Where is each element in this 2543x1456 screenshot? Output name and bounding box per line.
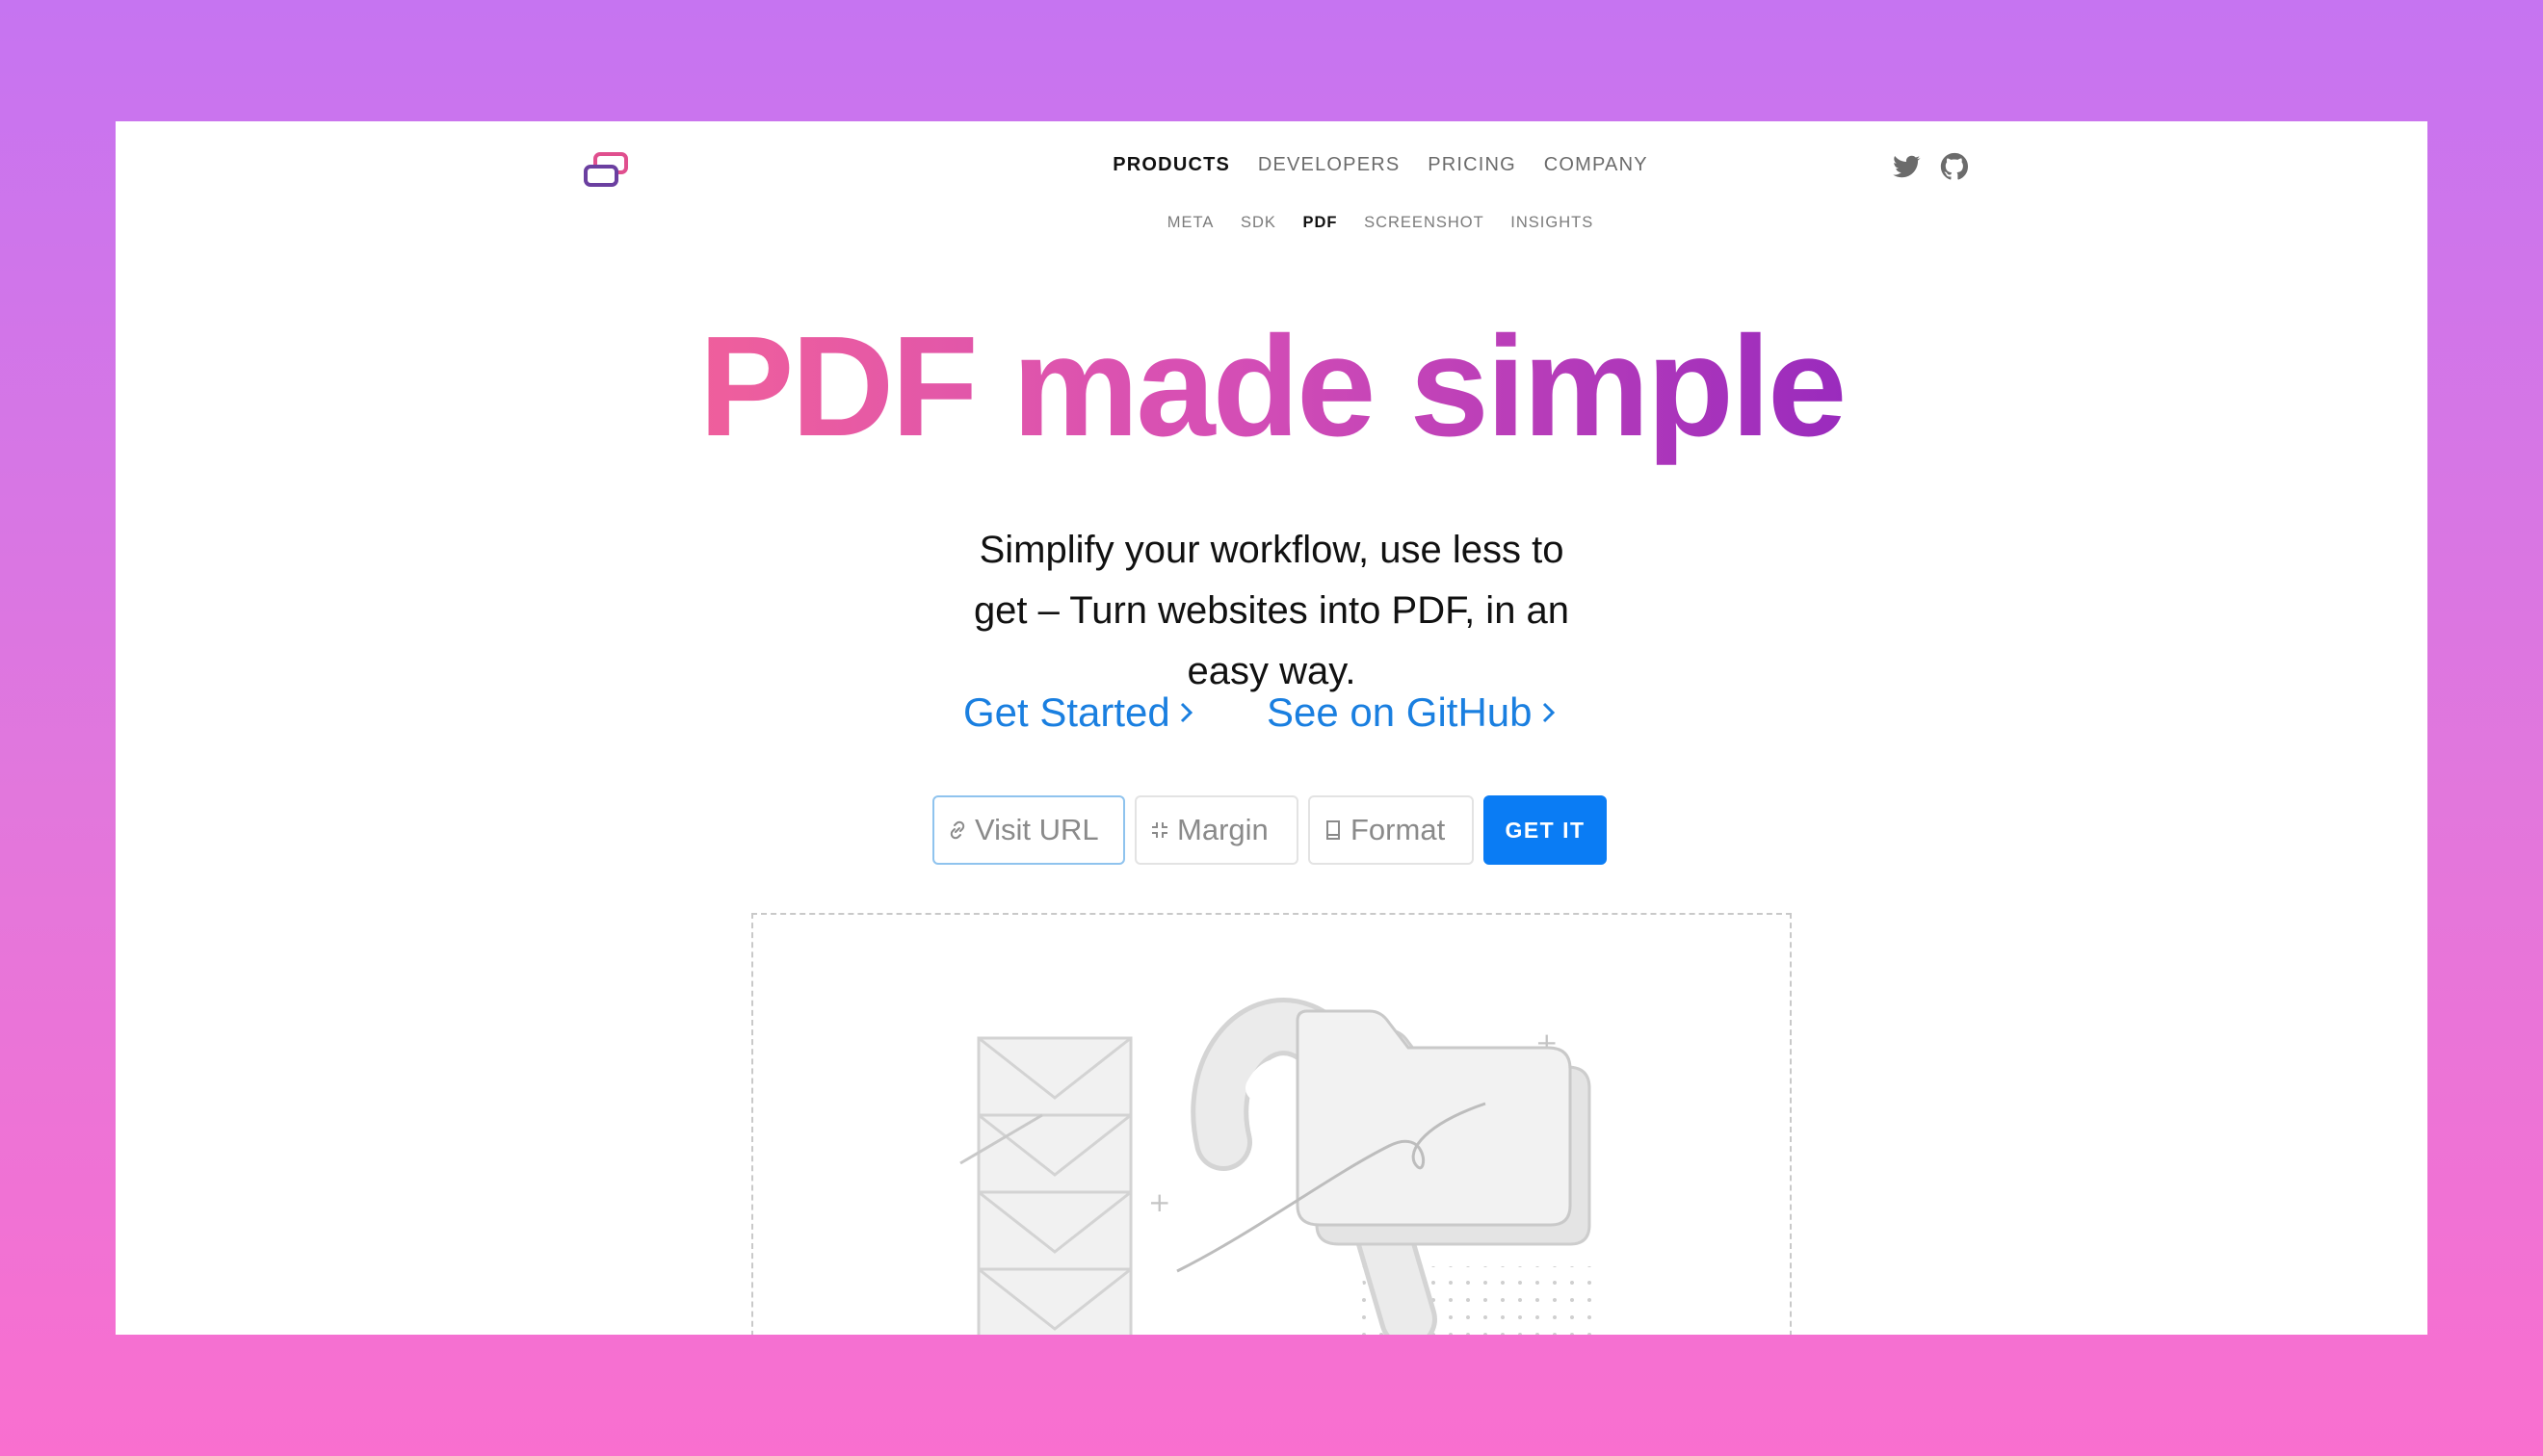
see-on-github-link[interactable]: See on GitHub <box>1267 689 1558 736</box>
hero-subtitle: Simplify your workflow, use less to get … <box>973 529 1570 692</box>
get-started-link[interactable]: Get Started <box>963 689 1195 736</box>
pdf-preview-area[interactable]: + + <box>751 913 1792 1335</box>
github-icon[interactable] <box>1938 150 1971 183</box>
url-input[interactable] <box>975 813 1100 847</box>
logo-icon[interactable] <box>582 150 632 191</box>
nav-developers[interactable]: DEVELOPERS <box>1258 154 1401 175</box>
page-title: PDF made simple <box>116 316 2427 458</box>
nav-company[interactable]: COMPANY <box>1544 154 1648 175</box>
chevron-right-icon <box>1180 702 1193 723</box>
get-started-label: Get Started <box>963 689 1170 735</box>
get-it-button[interactable]: GET IT <box>1483 795 1607 865</box>
subnav-meta[interactable]: META <box>1167 214 1215 231</box>
subnav-sdk[interactable]: SDK <box>1241 214 1276 231</box>
margin-input[interactable] <box>1177 813 1283 847</box>
subnav-screenshot[interactable]: SCREENSHOT <box>1364 214 1484 231</box>
empty-state-illustration: + + <box>959 998 1591 1335</box>
format-field[interactable] <box>1308 795 1474 865</box>
nav-pricing[interactable]: PRICING <box>1428 154 1516 175</box>
margin-field[interactable] <box>1135 795 1298 865</box>
format-input[interactable] <box>1350 813 1456 847</box>
browser-viewport: PRODUCTS DEVELOPERS PRICING COMPANY META… <box>116 121 2427 1335</box>
link-icon <box>950 820 965 840</box>
subnav-insights[interactable]: INSIGHTS <box>1510 214 1593 231</box>
book-icon <box>1326 820 1340 840</box>
chevron-right-icon <box>1542 702 1555 723</box>
shrink-icon <box>1152 822 1167 838</box>
page-title-text: PDF made simple <box>698 307 1848 466</box>
svg-text:+: + <box>1148 1186 1170 1218</box>
subnav-pdf[interactable]: PDF <box>1303 214 1338 231</box>
twitter-icon[interactable] <box>1890 150 1923 183</box>
nav-products[interactable]: PRODUCTS <box>1113 154 1230 175</box>
see-on-github-label: See on GitHub <box>1267 689 1533 735</box>
sub-nav: META SDK PDF SCREENSHOT INSIGHTS <box>1091 214 1669 232</box>
main-nav: PRODUCTS DEVELOPERS PRICING COMPANY <box>995 154 1766 176</box>
url-field[interactable] <box>932 795 1125 865</box>
